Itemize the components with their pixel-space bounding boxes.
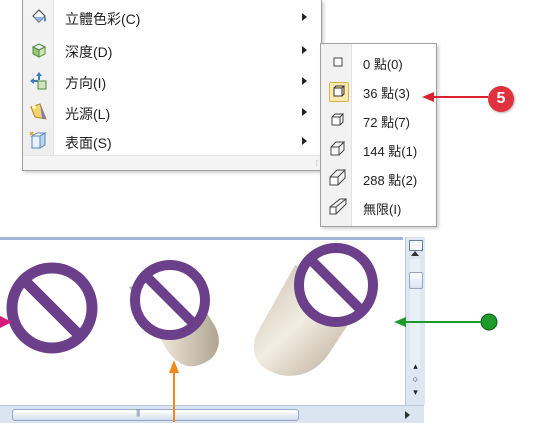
menu-item-direction[interactable]: 方向(I) bbox=[23, 68, 321, 95]
scroll-right-arrow-icon[interactable] bbox=[405, 411, 410, 419]
menu-item-label: 表面(S) bbox=[65, 135, 112, 151]
depth-option-36[interactable]: 36 點(3) bbox=[323, 78, 434, 105]
depth-option-label: 144 點(1) bbox=[363, 144, 418, 159]
depth-144-icon bbox=[330, 140, 345, 156]
next-slide-icon[interactable]: ▾ bbox=[406, 387, 425, 398]
depth-submenu: 0 點(0) 36 點(3) 72 點(7) 144 點(1) 288 點(2)… bbox=[320, 43, 437, 227]
no-symbol-flat[interactable] bbox=[6, 262, 98, 354]
context-menu-3d: 立體色彩(C) 深度(D) 方向(I) 光源(L) 表面(S) ⁞ bbox=[22, 0, 322, 171]
horizontal-scrollbar[interactable]: ||| bbox=[0, 405, 424, 423]
horizontal-scroll-thumb[interactable] bbox=[12, 409, 299, 421]
menu-item-label: 深度(D) bbox=[65, 44, 113, 60]
menu-item-surface[interactable]: 表面(S) bbox=[23, 128, 321, 155]
scroll-grip-icon: ||| bbox=[136, 408, 140, 417]
split-view-icon[interactable] bbox=[409, 240, 423, 251]
vertical-scrollbar[interactable]: ▴ ○ ▾ bbox=[405, 237, 425, 405]
depth-icon bbox=[31, 43, 47, 58]
depth-option-infinite[interactable]: 無限(I) bbox=[323, 194, 434, 221]
surface-icon bbox=[29, 131, 47, 149]
step-number-badge: 5 bbox=[488, 86, 514, 112]
submenu-arrow-icon bbox=[302, 13, 307, 21]
menu-item-label: 光源(L) bbox=[65, 106, 111, 122]
scroll-thumb[interactable] bbox=[409, 272, 423, 289]
slide-canvas[interactable] bbox=[0, 237, 403, 408]
resize-grip-icon[interactable]: ⁞ bbox=[316, 160, 318, 168]
submenu-arrow-icon bbox=[302, 108, 307, 116]
submenu-arrow-icon bbox=[302, 77, 307, 85]
depth-infinite-icon bbox=[329, 198, 347, 215]
scroll-up-arrow-icon[interactable] bbox=[411, 251, 419, 256]
depth-option-144[interactable]: 144 點(1) bbox=[323, 136, 434, 163]
menu-item-3d-color[interactable]: 立體色彩(C) bbox=[23, 4, 321, 31]
depth-288-icon bbox=[329, 169, 346, 186]
menu-item-lighting[interactable]: 光源(L) bbox=[23, 99, 321, 126]
submenu-arrow-icon bbox=[302, 137, 307, 145]
menu-item-label: 方向(I) bbox=[65, 75, 107, 91]
lighting-icon bbox=[30, 103, 47, 120]
depth-option-288[interactable]: 288 點(2) bbox=[323, 165, 434, 192]
no-symbol-depth-extended[interactable] bbox=[253, 243, 378, 376]
depth-option-72[interactable]: 72 點(7) bbox=[323, 107, 434, 134]
depth-option-label: 288 點(2) bbox=[363, 173, 418, 188]
depth-option-label: 無限(I) bbox=[363, 202, 402, 217]
depth-option-label: 72 點(7) bbox=[363, 115, 410, 130]
depth-option-label: 0 點(0) bbox=[363, 57, 403, 72]
no-symbol-depth-36[interactable] bbox=[129, 260, 219, 367]
depth-0-icon bbox=[333, 57, 343, 67]
menu-item-label: 立體色彩(C) bbox=[65, 11, 141, 27]
menu-resize-bar bbox=[23, 155, 321, 170]
depth-option-label: 36 點(3) bbox=[363, 86, 410, 101]
paint-bucket-icon bbox=[32, 9, 46, 23]
depth-36-icon bbox=[329, 82, 349, 102]
depth-72-icon bbox=[331, 112, 344, 126]
depth-option-0[interactable]: 0 點(0) bbox=[323, 49, 434, 76]
3d-shapes-preview bbox=[6, 243, 378, 376]
submenu-arrow-icon bbox=[302, 46, 307, 54]
select-browse-object-icon[interactable]: ○ bbox=[406, 374, 425, 384]
previous-slide-icon[interactable]: ▴ bbox=[406, 361, 425, 372]
menu-item-depth[interactable]: 深度(D) bbox=[23, 37, 321, 64]
direction-icon bbox=[30, 72, 47, 90]
